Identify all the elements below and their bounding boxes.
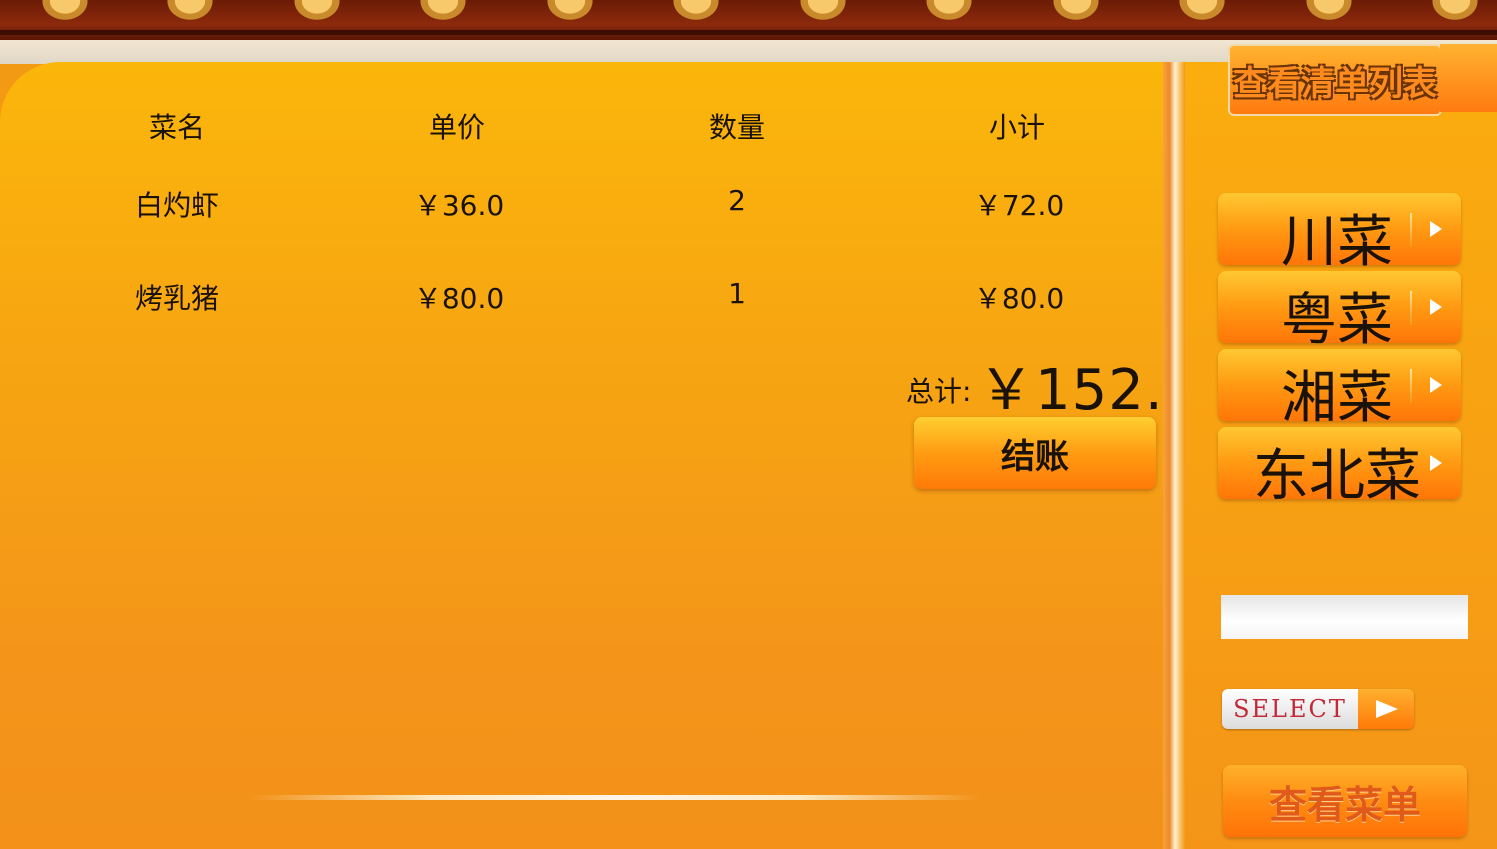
panel-divider xyxy=(1163,62,1185,849)
button-separator xyxy=(1410,369,1412,403)
decorative-glow-line xyxy=(250,795,980,800)
category-button-cantonese[interactable]: 粤菜 xyxy=(1218,271,1461,353)
view-list-tab-edge xyxy=(1440,44,1497,112)
table-cell-price: ￥80.0 xyxy=(413,282,505,315)
table-cell-dish: 白灼虾 xyxy=(134,189,220,222)
arrow-right-icon xyxy=(1430,377,1442,393)
ornament-icon xyxy=(914,0,984,30)
table-cell-subtotal: ￥80.0 xyxy=(973,282,1065,315)
column-header-price: 单价 xyxy=(428,111,486,144)
category-button-hunan[interactable]: 湘菜 xyxy=(1218,349,1461,431)
arrow-right-icon xyxy=(1430,299,1442,315)
ornament-icon xyxy=(282,0,352,30)
table-cell-quantity: 2 xyxy=(728,184,746,217)
category-label: 粤菜 xyxy=(1281,288,1393,353)
checkout-button[interactable]: 结账 xyxy=(914,417,1156,489)
button-separator xyxy=(1410,213,1412,247)
ornament-icon xyxy=(1420,0,1490,30)
table-cell-price: ￥36.0 xyxy=(413,189,505,222)
column-header-subtotal: 小计 xyxy=(988,111,1046,144)
ornament-icon xyxy=(661,0,731,30)
search-input[interactable] xyxy=(1221,595,1468,639)
category-label: 川菜 xyxy=(1281,210,1393,275)
select-arrow xyxy=(1358,689,1414,729)
ornament-icon xyxy=(30,0,100,30)
table-cell-quantity: 1 xyxy=(728,277,746,310)
category-button-sichuan[interactable]: 川菜 xyxy=(1218,193,1461,275)
button-separator xyxy=(1410,291,1412,325)
view-order-list-button[interactable]: 查看清单列表 xyxy=(1228,44,1442,116)
category-button-northeast[interactable]: 东北菜 xyxy=(1218,427,1461,509)
category-label: 东北菜 xyxy=(1253,444,1421,509)
decorative-top-border xyxy=(0,0,1497,40)
category-label: 湘菜 xyxy=(1281,366,1393,431)
arrow-right-icon xyxy=(1376,700,1398,718)
ornament-icon xyxy=(408,0,478,30)
table-cell-subtotal: ￥72.0 xyxy=(973,189,1065,222)
table-cell-dish: 烤乳猪 xyxy=(134,282,220,315)
arrow-right-icon xyxy=(1430,221,1442,237)
ornament-icon xyxy=(535,0,605,30)
ornament-icon xyxy=(1041,0,1111,30)
ornament-icon xyxy=(788,0,858,30)
ornament-icon xyxy=(155,0,225,30)
view-menu-button[interactable]: 查看菜单 xyxy=(1223,765,1467,837)
arrow-right-icon xyxy=(1430,455,1442,471)
ornament-icon xyxy=(1167,0,1237,30)
column-header-dish: 菜名 xyxy=(148,111,206,144)
select-button[interactable]: SELECT xyxy=(1222,689,1414,729)
column-header-quantity: 数量 xyxy=(708,111,766,144)
ornament-icon xyxy=(1294,0,1364,30)
total-label: 总计: xyxy=(906,375,972,408)
select-label: SELECT xyxy=(1222,689,1358,729)
border-stripe xyxy=(0,30,1497,35)
